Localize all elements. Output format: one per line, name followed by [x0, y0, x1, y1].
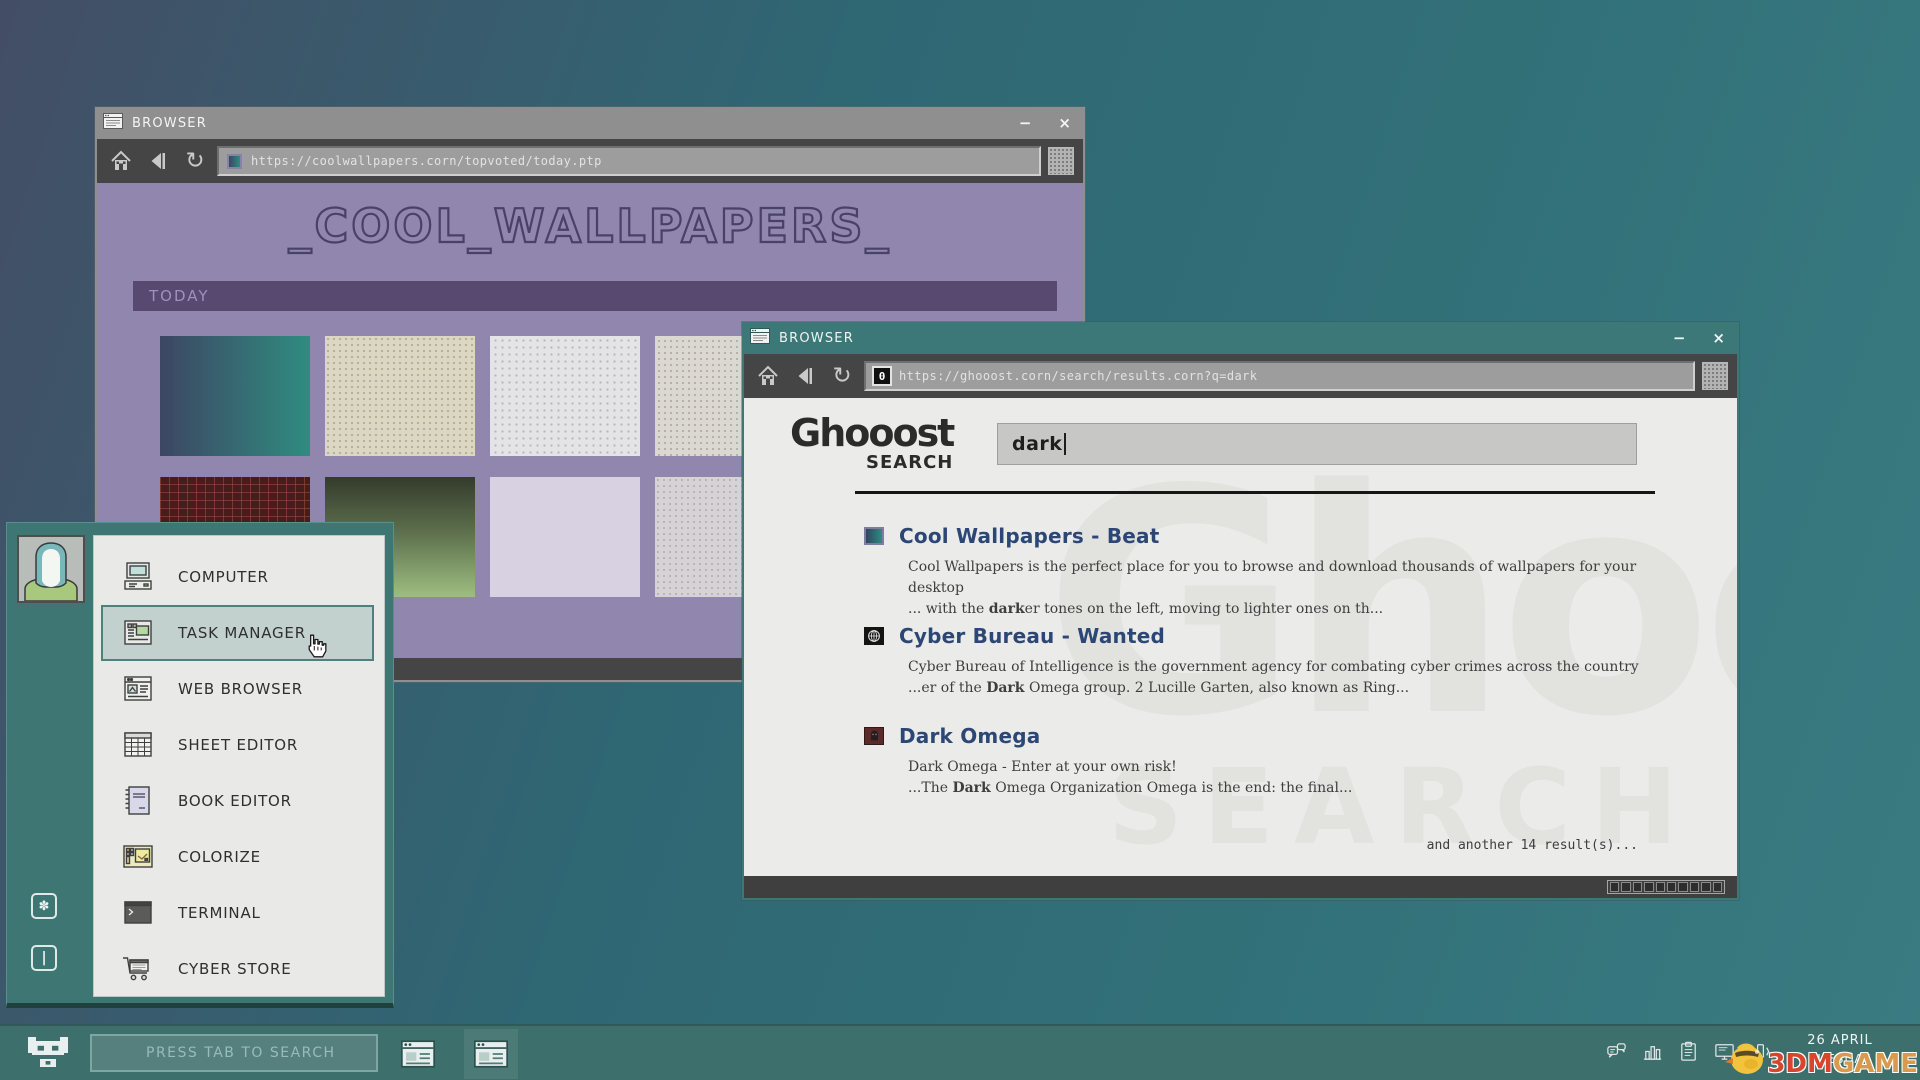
taskbar: 26 APRIL TUESDAY [0, 1024, 1920, 1080]
ghooost-logo: Ghooost SEARCH [790, 414, 953, 473]
close-button[interactable]: × [1058, 116, 1071, 131]
start-button-invader-icon[interactable] [28, 1037, 68, 1071]
result-link[interactable]: Cyber Bureau - Wanted [899, 624, 1165, 648]
result-link[interactable]: Dark Omega [899, 724, 1040, 748]
results-divider [855, 491, 1655, 494]
browser-window-search: BROWSER − × ↻ 0 https://ghooost.corn/sea… [742, 322, 1739, 900]
today-section-bar: TODAY [133, 281, 1057, 311]
menu-item-computer[interactable]: COMPUTER [94, 549, 384, 605]
wallpaper-thumbnail[interactable] [490, 477, 640, 597]
page-button[interactable] [1048, 147, 1074, 175]
browser-toolbar: ↻ https://coolwallpapers.corn/topvoted/t… [97, 139, 1083, 183]
search-query-text: dark [1012, 433, 1062, 455]
site-title: _COOL_WALLPAPERS_ [97, 199, 1083, 253]
more-results-text: and another 14 result(s)... [1427, 838, 1638, 853]
url-text: https://ghooost.corn/search/results.corn… [899, 369, 1257, 383]
search-input[interactable]: dark [997, 423, 1637, 465]
url-text: https://coolwallpapers.corn/topvoted/tod… [251, 154, 602, 168]
menu-item-cyber-store[interactable]: CYBER STORE [94, 941, 384, 997]
search-result: Cool Wallpapers - Beat Cool Wallpapers i… [864, 524, 1654, 620]
page-button[interactable] [1702, 362, 1728, 390]
mouse-cursor-hand [303, 633, 327, 663]
site-favicon [227, 154, 242, 169]
task-manager-icon [120, 617, 156, 649]
home-button[interactable] [753, 361, 783, 391]
taskbar-search-input[interactable] [90, 1034, 378, 1072]
wallpaper-thumbnail[interactable] [490, 336, 640, 456]
taskbar-window-browser-2[interactable] [469, 1036, 513, 1072]
power-button[interactable]: | [31, 945, 57, 971]
chat-icon[interactable] [1605, 1040, 1628, 1063]
ghooost-favicon: 0 [874, 368, 890, 384]
search-result: Cyber Bureau - Wanted Cyber Bureau of In… [864, 624, 1654, 699]
close-button[interactable]: × [1712, 331, 1725, 346]
wallpaper-site-icon [864, 527, 884, 545]
back-button[interactable] [143, 146, 173, 176]
address-bar[interactable]: https://coolwallpapers.corn/topvoted/tod… [217, 146, 1041, 176]
search-results-page: Ghooost SEARCH Ghooost SEARCH dark Cool … [744, 398, 1737, 876]
browser-window-icon [103, 113, 123, 133]
reload-button[interactable]: ↻ [827, 361, 857, 391]
search-result: Dark Omega Dark Omega - Enter at your ow… [864, 724, 1654, 799]
sheet-editor-icon [120, 729, 156, 761]
address-bar[interactable]: 0 https://ghooost.corn/search/results.co… [864, 361, 1695, 391]
window-statusbar [744, 876, 1737, 898]
wallpaper-thumbnail[interactable] [325, 336, 475, 456]
window-title: BROWSER [132, 116, 207, 131]
menu-item-colorize[interactable]: COLORIZE [94, 829, 384, 885]
menu-item-task-manager[interactable]: TASK MANAGER [101, 605, 374, 661]
dark-omega-icon [864, 727, 884, 745]
watermark-bird-icon [1721, 1038, 1767, 1080]
window-title: BROWSER [779, 331, 854, 346]
bar-chart-icon[interactable] [1641, 1040, 1664, 1063]
home-button[interactable] [106, 146, 136, 176]
menu-item-book-editor[interactable]: BOOK EDITOR [94, 773, 384, 829]
start-menu: ✽ | COMPUTER TASK MANAGER WEB BROWSER SH… [6, 522, 394, 1008]
cyber-store-icon [120, 953, 156, 985]
reload-button[interactable]: ↻ [180, 146, 210, 176]
web-browser-icon [120, 673, 156, 705]
result-link[interactable]: Cool Wallpapers - Beat [899, 524, 1159, 548]
result-snippet: Cool Wallpapers is the perfect place for… [908, 557, 1654, 620]
menu-item-sheet-editor[interactable]: SHEET EDITOR [94, 717, 384, 773]
result-snippet: Cyber Bureau of Intelligence is the gove… [908, 657, 1654, 699]
result-snippet: Dark Omega - Enter at your own risk! ...… [908, 757, 1654, 799]
minimize-button[interactable]: − [1673, 331, 1686, 346]
clipboard-icon[interactable] [1677, 1040, 1700, 1063]
wallpaper-thumbnail[interactable] [160, 336, 310, 456]
browser-toolbar: ↻ 0 https://ghooost.corn/search/results.… [744, 354, 1737, 398]
book-editor-icon [120, 785, 156, 817]
watermark-text-3dm: 3DM [1767, 1049, 1833, 1079]
colorize-icon [120, 841, 156, 873]
user-avatar[interactable] [17, 535, 85, 603]
window-titlebar[interactable]: BROWSER − × [744, 322, 1737, 354]
3dmgame-watermark: 3DMGAME [1721, 1038, 1918, 1080]
minimize-button[interactable]: − [1019, 116, 1032, 131]
back-button[interactable] [790, 361, 820, 391]
taskbar-window-browser-1[interactable] [396, 1036, 440, 1072]
menu-item-terminal[interactable]: TERMINAL [94, 885, 384, 941]
menu-item-web-browser[interactable]: WEB BROWSER [94, 661, 384, 717]
window-titlebar[interactable]: BROWSER − × [97, 107, 1083, 139]
computer-icon [120, 561, 156, 593]
terminal-icon [120, 897, 156, 929]
cyber-bureau-icon [864, 627, 884, 645]
text-caret [1064, 433, 1066, 455]
start-menu-list: COMPUTER TASK MANAGER WEB BROWSER SHEET … [93, 535, 385, 997]
settings-button[interactable]: ✽ [31, 893, 57, 919]
watermark-text-game: GAME [1833, 1049, 1918, 1079]
ghooost-logo-title: Ghooost [790, 414, 953, 452]
browser-window-icon [750, 328, 770, 348]
horizontal-scrollbar[interactable] [1607, 880, 1725, 894]
ghooost-logo-subtitle: SEARCH [790, 452, 953, 473]
